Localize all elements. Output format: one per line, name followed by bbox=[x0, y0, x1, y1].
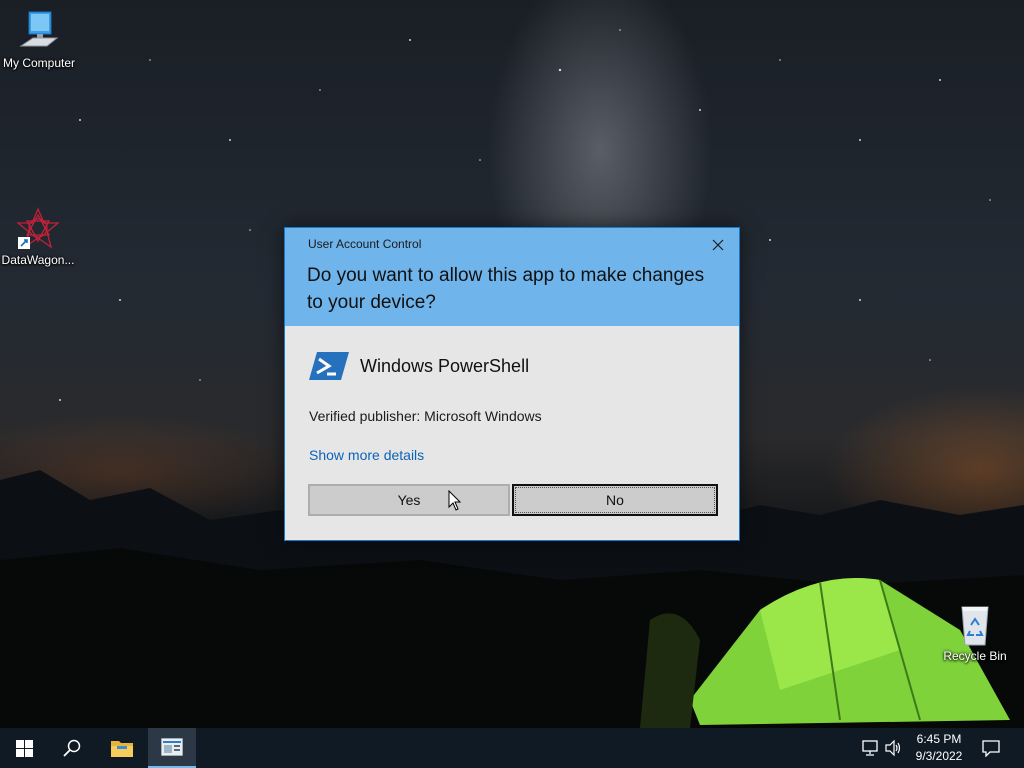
datawagon-shortcut-icon bbox=[16, 207, 60, 249]
uac-header: User Account Control Do you want to allo… bbox=[285, 228, 739, 326]
network-icon bbox=[862, 740, 878, 756]
start-button[interactable] bbox=[0, 728, 48, 768]
desktop-icon-label: Recycle Bin bbox=[943, 649, 1007, 663]
desktop-icon-my-computer[interactable]: My Computer bbox=[1, 10, 77, 70]
computer-icon bbox=[19, 11, 59, 47]
show-more-details-link[interactable]: Show more details bbox=[309, 447, 424, 463]
taskbar: 6:45 PM 9/3/2022 bbox=[0, 728, 1024, 768]
close-button[interactable] bbox=[707, 234, 729, 256]
powershell-icon bbox=[309, 352, 349, 380]
desktop-icon-datawagon[interactable]: DataWagon... bbox=[0, 207, 76, 267]
file-explorer-icon bbox=[111, 741, 133, 757]
close-icon bbox=[712, 239, 724, 251]
uac-window-title: User Account Control bbox=[308, 237, 422, 251]
app-name: Windows PowerShell bbox=[360, 356, 530, 376]
volume-tray-button[interactable] bbox=[884, 738, 904, 758]
mouse-cursor-icon bbox=[448, 490, 462, 511]
uac-question: Do you want to allow this app to make ch… bbox=[307, 265, 705, 313]
yes-button-label: Yes bbox=[397, 492, 421, 508]
desktop-icon-label: My Computer bbox=[2, 56, 76, 70]
notification-center-button[interactable] bbox=[981, 738, 1001, 758]
network-tray-button[interactable] bbox=[861, 738, 881, 758]
no-button[interactable]: No bbox=[512, 484, 718, 516]
server-manager-button[interactable] bbox=[148, 728, 196, 768]
clock-date: 9/3/2022 bbox=[915, 749, 963, 763]
uac-dialog: User Account Control Do you want to allo… bbox=[284, 227, 740, 541]
search-icon bbox=[63, 739, 81, 757]
clock-time: 6:45 PM bbox=[916, 732, 962, 746]
search-button[interactable] bbox=[48, 728, 96, 768]
start-icon bbox=[15, 739, 33, 757]
notification-icon bbox=[982, 740, 1000, 757]
recycle-bin-icon bbox=[961, 606, 989, 646]
no-button-label: No bbox=[606, 492, 624, 508]
clock[interactable]: 6:45 PM 9/3/2022 bbox=[904, 731, 974, 765]
desktop-icon-recycle-bin[interactable]: Recycle Bin bbox=[937, 603, 1013, 663]
server-manager-icon bbox=[161, 738, 183, 756]
yes-button[interactable]: Yes bbox=[308, 484, 510, 516]
volume-icon bbox=[885, 740, 901, 756]
desktop-icon-label: DataWagon... bbox=[1, 253, 75, 267]
file-explorer-button[interactable] bbox=[98, 728, 146, 768]
publisher-text: Verified publisher: Microsoft Windows bbox=[309, 408, 542, 424]
